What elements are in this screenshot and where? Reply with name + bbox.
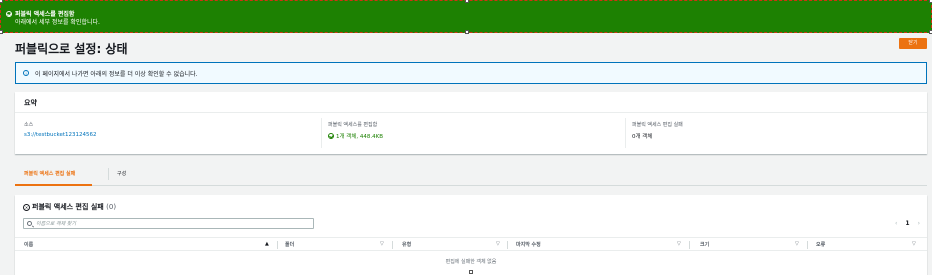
failed-value: 0개 객체 bbox=[632, 134, 653, 140]
divider bbox=[15, 112, 927, 113]
sort-icon[interactable]: ▽ bbox=[677, 241, 681, 247]
flash-message: 아래에서 세부 정보를 확인합니다. bbox=[15, 19, 100, 26]
search-box bbox=[23, 218, 314, 229]
divider bbox=[277, 241, 278, 249]
selection-handle bbox=[465, 0, 469, 3]
empty-state-text: 편집에 실패한 객체 없음 bbox=[445, 259, 497, 265]
close-button[interactable]: 닫기 bbox=[899, 38, 927, 49]
summary-label: 퍼블릭 액세스 편집 실패 bbox=[632, 122, 683, 128]
summary-source: 소스 s3://testbucket123124562 bbox=[24, 121, 97, 138]
succeeded-value: 1개 객체, 448.4KB bbox=[328, 132, 383, 140]
column-header-last-modified[interactable]: 마지막 수정 bbox=[516, 241, 541, 248]
summary-failed: 퍼블릭 액세스 편집 실패 0개 객체 bbox=[632, 121, 683, 140]
divider bbox=[321, 118, 322, 148]
pagination: ‹ 1 › bbox=[891, 220, 924, 227]
divider bbox=[507, 241, 508, 249]
selection-handle bbox=[465, 30, 469, 34]
column-header-folder[interactable]: 폴더 bbox=[285, 241, 294, 248]
table-header: 이름 ▲ 폴더 ▽ 유형 ▽ 마지막 수정 ▽ 크기 ▽ 오류 ▽ bbox=[15, 237, 927, 251]
success-flash-banner: 퍼블릭 액세스를 편집함 아래에서 세부 정보를 확인합니다. bbox=[0, 0, 932, 34]
selection-handle bbox=[0, 30, 3, 34]
tab-configuration[interactable]: 구성 bbox=[117, 170, 126, 177]
column-header-error[interactable]: 오류 bbox=[816, 241, 825, 248]
column-header-name[interactable]: 이름 bbox=[24, 241, 33, 248]
active-tab-indicator bbox=[15, 184, 92, 186]
search-input[interactable] bbox=[36, 220, 306, 228]
sort-icon[interactable]: ▽ bbox=[380, 241, 384, 247]
page-title: 퍼블릭으로 설정: 상태 bbox=[15, 42, 128, 56]
sort-ascending-icon[interactable]: ▲ bbox=[265, 241, 269, 247]
divider bbox=[392, 241, 393, 249]
succeeded-text: 1개 객체, 448.4KB bbox=[336, 134, 384, 140]
error-circle-icon: ✕ bbox=[23, 204, 30, 211]
chevron-right-icon[interactable]: › bbox=[918, 220, 920, 227]
tab-bar: 퍼블릭 액세스 편집 실패 구성 bbox=[15, 164, 927, 186]
summary-label: 소스 bbox=[24, 122, 34, 128]
column-header-size[interactable]: 크기 bbox=[700, 241, 709, 248]
selection-handle bbox=[0, 0, 3, 3]
sort-icon[interactable]: ▽ bbox=[496, 241, 500, 247]
info-icon: i bbox=[23, 70, 29, 76]
sort-icon[interactable]: ▽ bbox=[912, 241, 916, 247]
source-link[interactable]: s3://testbucket123124562 bbox=[24, 132, 97, 138]
search-icon bbox=[27, 221, 32, 226]
info-text: 이 페이지에서 나가면 아래의 정보를 더 이상 확인할 수 없습니다. bbox=[35, 71, 198, 78]
divider bbox=[689, 241, 690, 249]
summary-panel: 요약 소스 s3://testbucket123124562 퍼블릭 액세스를 … bbox=[15, 92, 927, 154]
summary-succeeded: 퍼블릭 액세스를 편집함 1개 객체, 448.4KB bbox=[328, 121, 383, 140]
check-circle-icon bbox=[6, 11, 12, 17]
sort-icon[interactable]: ▽ bbox=[795, 241, 799, 247]
failures-title: 퍼블릭 액세스 편집 실패 bbox=[32, 203, 104, 211]
divider bbox=[807, 241, 808, 249]
page-number[interactable]: 1 bbox=[905, 220, 909, 227]
summary-header: 요약 bbox=[24, 99, 37, 107]
column-header-type[interactable]: 유형 bbox=[402, 241, 411, 248]
failures-panel: ✕퍼블릭 액세스 편집 실패 (0) ‹ 1 › 이름 ▲ 폴더 ▽ 유형 ▽ 마지… bbox=[15, 195, 927, 275]
selection-handle bbox=[469, 270, 473, 274]
divider bbox=[108, 168, 109, 180]
check-circle-icon bbox=[328, 133, 334, 139]
divider bbox=[625, 118, 626, 148]
info-alert: i 이 페이지에서 나가면 아래의 정보를 더 이상 확인할 수 없습니다. bbox=[15, 62, 927, 84]
chevron-left-icon[interactable]: ‹ bbox=[895, 220, 897, 227]
tab-failures[interactable]: 퍼블릭 액세스 편집 실패 bbox=[24, 170, 75, 177]
failures-count: (0) bbox=[106, 203, 117, 211]
summary-label: 퍼블릭 액세스를 편집함 bbox=[328, 122, 378, 128]
failures-header: ✕ 퍼블릭 액세스 편집 실패 (0) bbox=[23, 202, 116, 212]
